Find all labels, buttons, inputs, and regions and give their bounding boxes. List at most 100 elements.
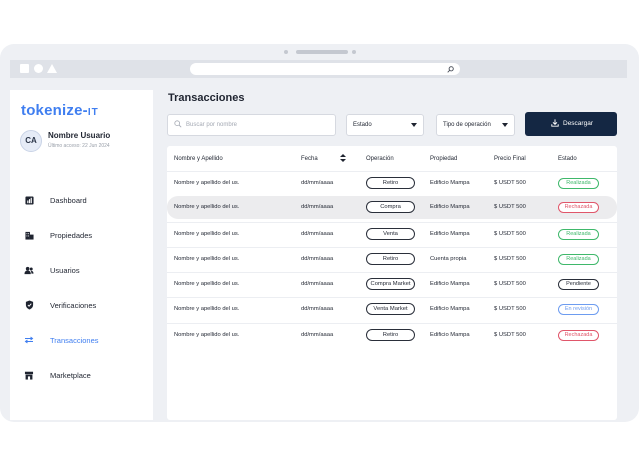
circle-icon[interactable]: [34, 64, 43, 73]
column-header-name: Nombre y Apellido: [174, 156, 223, 162]
cell-property: Edificio Mampa: [430, 231, 470, 237]
last-access-text: Último acceso: 22 Jun 2024: [48, 143, 110, 149]
table-row[interactable]: Nombre y apellido del us. dd/mm/aaaa Edifi…: [167, 171, 617, 194]
cell-price: $ USDT 500: [494, 204, 526, 210]
cell-price: $ USDT 500: [494, 332, 526, 338]
sidebar-item-dashboard[interactable]: Dashboard: [24, 192, 144, 208]
table-row[interactable]: Nombre y apellido del us. dd/mm/aaaa Edifi…: [167, 196, 617, 219]
sort-icon[interactable]: [340, 154, 346, 162]
users-icon: [24, 265, 34, 275]
transactions-table: Nombre y Apellido Fecha Operación Propie…: [167, 146, 617, 420]
search-icon: [447, 66, 454, 73]
device-top-bar: [0, 44, 639, 60]
main-content: Transacciones Buscar por nombre Estado T…: [153, 90, 627, 420]
table-row[interactable]: Nombre y apellido del us. dd/mm/aaaa Cuent…: [167, 247, 617, 270]
building-icon: [24, 230, 34, 240]
download-button[interactable]: Descargar: [525, 112, 617, 136]
shield-icon: [24, 300, 34, 310]
logo[interactable]: tokenize-IT: [21, 102, 99, 119]
caret-down-icon: [411, 123, 417, 127]
search-icon: [174, 120, 182, 128]
sidebar-item-transacciones[interactable]: Transacciones: [24, 332, 144, 348]
sidebar-item-label: Transacciones: [50, 335, 99, 345]
operation-chip: Compra Market: [366, 278, 415, 290]
cell-property: Edificio Mampa: [430, 332, 470, 338]
estado-select-label: Estado: [353, 122, 372, 128]
table-row[interactable]: Nombre y apellido del us. dd/mm/aaaa Edifi…: [167, 323, 617, 346]
cell-price: $ USDT 500: [494, 306, 526, 312]
transfer-icon: [24, 335, 34, 345]
operation-chip: Venta Market: [366, 303, 415, 315]
search-input[interactable]: Buscar por nombre: [167, 114, 336, 136]
square-icon[interactable]: [20, 64, 29, 73]
page-title: Transacciones: [168, 92, 245, 104]
cell-date: dd/mm/aaaa: [301, 332, 334, 338]
cell-name: Nombre y apellido del us.: [174, 306, 240, 312]
download-label: Descargar: [563, 120, 593, 127]
sidebar: tokenize-IT CA Nombre Usuario Último acc…: [10, 90, 153, 420]
cell-name: Nombre y apellido del us.: [174, 204, 240, 210]
column-header-status: Estado: [558, 156, 577, 162]
caret-down-icon: [502, 123, 508, 127]
cell-date: dd/mm/aaaa: [301, 306, 334, 312]
status-badge: Pendiente: [558, 279, 599, 290]
operation-chip: Retiro: [366, 329, 415, 341]
column-header-property: Propiedad: [430, 156, 458, 162]
cell-property: Edificio Mampa: [430, 281, 470, 287]
operation-chip: Retiro: [366, 177, 415, 189]
cell-date: dd/mm/aaaa: [301, 256, 334, 262]
status-badge: Realizada: [558, 229, 599, 240]
cell-name: Nombre y apellido del us.: [174, 281, 240, 287]
table-row[interactable]: Nombre y apellido del us. dd/mm/aaaa Edifi…: [167, 297, 617, 320]
cell-date: dd/mm/aaaa: [301, 281, 334, 287]
download-icon: [551, 119, 559, 127]
sidebar-item-label: Usuarios: [50, 265, 80, 275]
cell-price: $ USDT 500: [494, 231, 526, 237]
cell-date: dd/mm/aaaa: [301, 231, 334, 237]
status-badge: Realizada: [558, 178, 599, 189]
tipo-operacion-select[interactable]: Tipo de operación: [436, 114, 515, 136]
speaker-bar: [296, 50, 348, 54]
status-badge: Rechazada: [558, 330, 599, 341]
cell-date: dd/mm/aaaa: [301, 204, 334, 210]
sidebar-item-label: Marketplace: [50, 370, 91, 380]
cell-date: dd/mm/aaaa: [301, 180, 334, 186]
triangle-icon[interactable]: [47, 64, 57, 73]
status-badge: En revisión: [558, 304, 599, 315]
device-frame: tokenize-IT CA Nombre Usuario Último acc…: [0, 44, 639, 422]
camera-dot: [284, 50, 288, 54]
sidebar-item-label: Propiedades: [50, 230, 93, 240]
search-placeholder: Buscar por nombre: [186, 122, 238, 128]
table-row[interactable]: Nombre y apellido del us. dd/mm/aaaa Edifi…: [167, 272, 617, 295]
column-header-operation: Operación: [366, 156, 394, 162]
cell-property: Edificio Mampa: [430, 180, 470, 186]
cell-price: $ USDT 500: [494, 180, 526, 186]
tipo-operacion-select-label: Tipo de operación: [443, 122, 491, 128]
sidebar-item-label: Verificaciones: [50, 300, 97, 310]
sidebar-item-propiedades[interactable]: Propiedades: [24, 227, 144, 243]
cell-property: Cuenta propia: [430, 256, 467, 262]
store-icon: [24, 370, 34, 380]
cell-name: Nombre y apellido del us.: [174, 231, 240, 237]
operation-chip: Venta: [366, 228, 415, 240]
cell-name: Nombre y apellido del us.: [174, 180, 240, 186]
avatar[interactable]: CA: [20, 130, 42, 152]
estado-select[interactable]: Estado: [346, 114, 424, 136]
user-name: Nombre Usuario: [48, 131, 111, 140]
browser-toolbar: [10, 60, 627, 78]
column-header-date[interactable]: Fecha: [301, 156, 318, 162]
sidebar-item-usuarios[interactable]: Usuarios: [24, 262, 144, 278]
operation-chip: Compra: [366, 201, 415, 213]
sidebar-item-verificaciones[interactable]: Verificaciones: [24, 297, 144, 313]
cell-property: Edificio Mampa: [430, 306, 470, 312]
cell-name: Nombre y apellido del us.: [174, 256, 240, 262]
sidebar-item-marketplace[interactable]: Marketplace: [24, 367, 144, 383]
status-badge: Rechazada: [558, 202, 599, 213]
cell-name: Nombre y apellido del us.: [174, 332, 240, 338]
column-header-price: Precio Final: [494, 156, 526, 162]
sidebar-item-label: Dashboard: [50, 195, 87, 205]
cell-property: Edificio Mampa: [430, 204, 470, 210]
address-bar[interactable]: [190, 63, 460, 75]
table-row[interactable]: Nombre y apellido del us. dd/mm/aaaa Edifi…: [167, 222, 617, 245]
cell-price: $ USDT 500: [494, 281, 526, 287]
